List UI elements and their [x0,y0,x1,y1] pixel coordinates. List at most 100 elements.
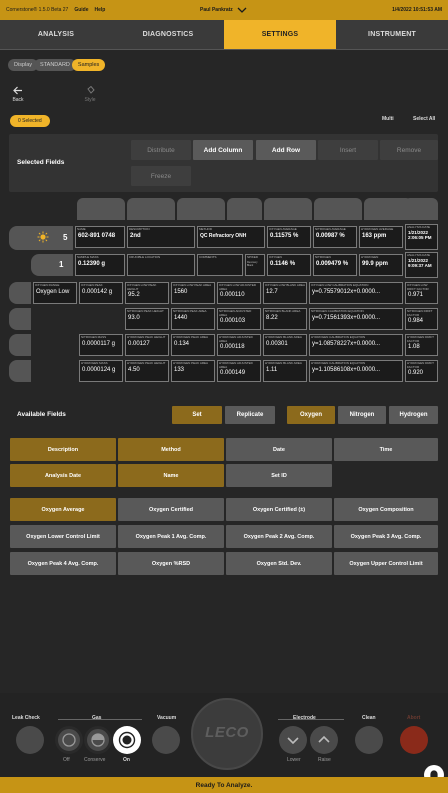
user-menu[interactable]: Paul Pankratz [200,0,247,20]
grid-cell[interactable]: NITROGEN BLANK AREA 8.22 [263,308,307,330]
electrode-lower-button[interactable] [279,726,307,754]
field-button-oxygen-average[interactable]: Oxygen Average [10,498,116,521]
column-header[interactable] [264,198,312,220]
field-button-oxygen-std-dev[interactable]: Oxygen Std. Dev. [226,552,332,575]
field-button-oxygen-ucl[interactable]: Oxygen Upper Control Limit [334,552,438,575]
field-button-oxygen-peak2[interactable]: Oxygen Peak 2 Avg. Comp. [226,525,332,548]
grid-cell[interactable]: NITROGEN PEAK HEIGHT 93.0 [125,308,169,330]
back-button[interactable]: Back [8,86,28,108]
grid-cell[interactable]: OXYGEN LOW PEAK AREA 1560 [171,282,215,304]
row-header-3[interactable] [9,282,31,304]
column-header[interactable] [77,198,125,220]
guide-link[interactable]: Guide [74,7,88,13]
grid-cell[interactable]: ANALYSIS DATE 1/21/2022 2:06:05 PM [405,224,438,250]
grid-cell[interactable]: HYDROGEN MASS 0.0000124 g [79,360,123,382]
multi-toggle[interactable]: Multi [382,116,394,122]
grid-cell[interactable]: HYDROGEN PEAK AREA 0.134 [171,334,215,356]
grid-cell[interactable]: HYDROGEN 99.9 ppm [359,254,403,276]
field-button-oxygen-peak3[interactable]: Oxygen Peak 3 Avg. Comp. [334,525,438,548]
replicate-filter-button[interactable]: Replicate [225,406,275,424]
grid-cell[interactable]: HYDROGEN PEAK HEIGHT 4.50 [125,360,169,382]
tab-instrument[interactable]: INSTRUMENT [336,20,448,49]
row-header-6[interactable] [9,360,31,382]
grid-cell[interactable]: SAMPLE MASS 0.12390 g [75,254,125,276]
grid-cell[interactable]: HYDROGEN CALIBRATION EQUATION y=1.1058610… [309,360,403,382]
grid-cell[interactable]: HYDROGEN PEAK HEIGHT 0.00127 [125,334,169,356]
row-header-4[interactable] [9,308,31,330]
row-header-5[interactable] [9,334,31,356]
add-column-button[interactable]: Add Column [193,140,253,160]
breadcrumb-standard[interactable]: STANDARD [34,59,76,71]
grid-cell[interactable]: NITROGEN 0.009479 % [313,254,357,276]
field-button-oxygen-certified[interactable]: Oxygen Certified [118,498,224,521]
grid-cell[interactable]: HYDROGEN PEAK AREA 133 [171,360,215,382]
grid-cell[interactable]: NITROGEN DRIFT FACTOR 0.984 [405,308,438,330]
grid-cell[interactable]: COMMENTS [197,254,243,276]
oxygen-filter-button[interactable]: Oxygen [287,406,335,424]
grid-cell[interactable]: OXYGEN LOW BLANK AREA 12.7 [263,282,307,304]
help-link[interactable]: Help [95,7,106,13]
grid-cell[interactable]: NAME 602-891 0748 [75,226,125,248]
field-button-date[interactable]: Date [226,438,332,461]
grid-cell[interactable]: ANALYSIS DATE 1/21/2022 9:09:37 AM [405,252,438,278]
grid-cell[interactable]: HYDROGEN ADJUSTED AREA 0.000149 [217,360,261,382]
gas-conserve-button[interactable] [84,726,112,754]
field-button-set-id[interactable]: Set ID [226,464,332,487]
breadcrumb-samples[interactable]: Samples [71,59,106,71]
field-button-oxygen-composition[interactable]: Oxygen Composition [334,498,438,521]
grid-cell[interactable]: HYDROGEN BLANK AREA 0.00301 [263,334,307,356]
grid-cell[interactable]: OXYGEN LOW PEAK HEIGHT 95.2 [125,282,169,304]
style-button[interactable]: Style [78,85,102,108]
column-header[interactable] [404,198,438,220]
field-button-method[interactable]: Method [118,438,224,461]
field-button-oxygen-peak1[interactable]: Oxygen Peak 1 Avg. Comp. [118,525,224,548]
grid-cell[interactable]: NITROGEN PEAK AREA 1440 [171,308,215,330]
row-header-2[interactable] [31,254,73,276]
column-header[interactable] [127,198,175,220]
grid-cell[interactable]: NITROGEN AVERAGE 0.00987 % [313,226,357,248]
leak-check-button[interactable] [16,726,44,754]
grid-cell[interactable]: HYDROGEN DRIFT FACTOR 1.08 [405,334,438,356]
grid-cell[interactable]: NITROGEN MASS 0.0000117 g [79,334,123,356]
grid-cell[interactable]: HYDROGEN BLANK AREA 1.11 [263,360,307,382]
add-row-button[interactable]: Add Row [256,140,316,160]
tab-diagnostics[interactable]: DIAGNOSTICS [112,20,224,49]
grid-cell[interactable]: OXYGEN RANGE Oxygen Low [33,282,77,304]
field-button-analysis-date[interactable]: Analysis Date [10,464,116,487]
tab-analysis[interactable]: ANALYSIS [0,20,112,49]
insert-button[interactable]: Insert [318,140,378,160]
grid-cell[interactable]: OXYGEN LOW ADJUSTED AREA 0.000110 [217,282,261,304]
grid-cell[interactable]: OXYGEN 0.1146 % [267,254,311,276]
grid-cell[interactable]: HYDROGEN AVERAGE 163 ppm [359,226,403,248]
column-header[interactable] [314,198,362,220]
grid-cell[interactable]: NITROGEN ADJUSTED AREA 0.000103 [217,308,261,330]
vacuum-button[interactable] [152,726,180,754]
gas-off-button[interactable] [55,726,83,754]
field-button-oxygen-certified-pm[interactable]: Oxygen Certified (±) [226,498,332,521]
grid-cell[interactable]: OXYGEN PEAK 0.000142 g [79,282,123,304]
leco-analyze-button[interactable]: LECO [191,698,263,770]
grid-cell[interactable]: OXYGEN LOW DRIFT FACTOR 0.971 [405,282,438,304]
field-button-oxygen-rsd[interactable]: Oxygen %RSD [118,552,224,575]
field-button-name[interactable]: Name [118,464,224,487]
grid-cell[interactable]: CRUCIBLE LOCATION [127,254,195,276]
column-header[interactable] [177,198,225,220]
grid-cell[interactable]: OXYGEN LOW CALIBRATION EQUATION y=0.75579… [309,282,403,304]
grid-cell[interactable]: HYDROGEN ADJUSTED AREA 0.000118 [217,334,261,356]
select-all-button[interactable]: Select All [413,116,435,122]
grid-cell[interactable]: DESCRIPTION 2nd [127,226,195,248]
abort-button[interactable] [400,726,428,754]
column-header[interactable] [227,198,262,220]
field-button-description[interactable]: Description [10,438,116,461]
grid-cell[interactable]: METHOD QC Refractory ONH [197,226,265,248]
hydrogen-filter-button[interactable]: Hydrogen [389,406,438,424]
grid-cell[interactable]: HYDROGEN CALIBRATION EQUATION y=1.0857822… [309,334,403,356]
field-button-time[interactable]: Time [334,438,438,461]
clean-button[interactable] [355,726,383,754]
field-button-oxygen-peak4[interactable]: Oxygen Peak 4 Avg. Comp. [10,552,116,575]
remove-button[interactable]: Remove [380,140,438,160]
grid-cell[interactable]: SPIKED Recovery Blank [245,254,265,276]
distribute-button[interactable]: Distribute [131,140,191,160]
grid-cell[interactable]: HYDROGEN DRIFT FACTOR 0.920 [405,360,438,382]
gas-on-button[interactable] [113,726,141,754]
